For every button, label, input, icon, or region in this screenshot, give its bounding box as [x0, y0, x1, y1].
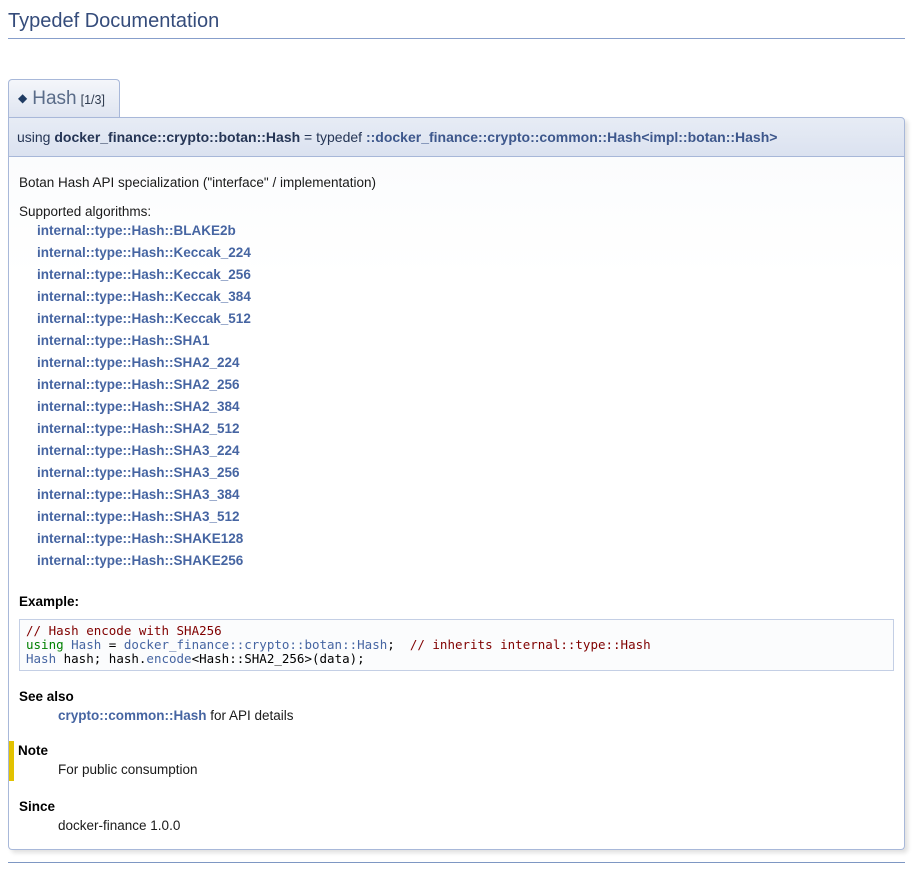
algorithms-label: Supported algorithms: — [19, 204, 894, 219]
see-also-label: See also — [19, 689, 894, 704]
member-doc: Botan Hash API specialization ("interfac… — [8, 157, 905, 850]
algorithm-link[interactable]: internal::type::Hash::SHA2_384 — [37, 396, 894, 418]
code-text: <Hash::SHA2_256>(data); — [192, 651, 365, 666]
algorithm-link[interactable]: internal::type::Hash::Keccak_224 — [37, 242, 894, 264]
algorithm-link[interactable]: internal::type::Hash::SHA3_256 — [37, 462, 894, 484]
algorithm-link[interactable]: internal::type::Hash::Keccak_384 — [37, 286, 894, 308]
see-also-text: for API details — [207, 708, 294, 723]
content-area: Typedef Documentation ◆ Hash [1/3] using d… — [0, 6, 913, 873]
see-also-entry: crypto::common::Hash for API details — [58, 708, 894, 723]
algorithm-link[interactable]: internal::type::Hash::BLAKE2b — [37, 220, 894, 242]
algorithm-link[interactable]: internal::type::Hash::Keccak_512 — [37, 308, 894, 330]
algorithm-link[interactable]: internal::type::Hash::SHA2_512 — [37, 418, 894, 440]
see-also-link[interactable]: crypto::common::Hash — [58, 708, 207, 723]
footer-divider — [8, 862, 905, 863]
algorithm-link[interactable]: internal::type::Hash::SHA2_256 — [37, 374, 894, 396]
algorithm-link[interactable]: internal::type::Hash::SHAKE256 — [37, 550, 894, 572]
code-line: // Hash encode with SHA256 — [26, 624, 887, 638]
code-line: Hash hash; hash.encode<Hash::SHA2_256>(d… — [26, 652, 887, 666]
algorithm-list: internal::type::Hash::BLAKE2b internal::… — [37, 220, 894, 572]
code-text: hash; hash. — [56, 651, 146, 666]
since-label: Since — [19, 799, 894, 814]
code-text: = — [101, 637, 124, 652]
code-text: ; — [387, 637, 410, 652]
note-label: Note — [18, 743, 894, 758]
algorithm-link[interactable]: internal::type::Hash::SHA3_224 — [37, 440, 894, 462]
see-also-section: See also crypto::common::Hash for API de… — [19, 689, 894, 723]
proto-equals-text: = typedef — [300, 129, 366, 145]
algorithm-link[interactable]: internal::type::Hash::SHA2_224 — [37, 352, 894, 374]
since-section: Since docker-finance 1.0.0 — [19, 799, 894, 833]
algorithm-link[interactable]: internal::type::Hash::SHA3_512 — [37, 506, 894, 528]
code-block: // Hash encode with SHA256 using Hash = … — [19, 619, 894, 671]
typedef-target-link[interactable]: ::docker_finance::crypto::common::Hash<i… — [366, 129, 777, 145]
overload-badge: [1/3] — [81, 93, 105, 107]
algorithm-link[interactable]: internal::type::Hash::SHAKE128 — [37, 528, 894, 550]
doc-summary: Botan Hash API specialization ("interfac… — [19, 175, 894, 190]
note-text: For public consumption — [58, 762, 894, 777]
algorithm-link[interactable]: internal::type::Hash::SHA1 — [37, 330, 894, 352]
page-title: Typedef Documentation — [8, 6, 905, 39]
code-keyword: using — [26, 637, 71, 652]
typedef-declaration: using docker_finance::crypto::botan::Has… — [8, 117, 905, 157]
algorithm-link[interactable]: internal::type::Hash::Keccak_256 — [37, 264, 894, 286]
example-label: Example: — [19, 594, 894, 609]
code-link[interactable]: encode — [146, 651, 191, 666]
member-item: using docker_finance::crypto::botan::Has… — [8, 117, 905, 850]
code-comment: // Hash encode with SHA256 — [26, 623, 222, 638]
diamond-bullet-icon: ◆ — [18, 91, 27, 105]
note-section: Note For public consumption — [9, 741, 894, 781]
member-title: Hash — [32, 88, 76, 109]
code-link[interactable]: Hash — [71, 637, 101, 652]
code-comment: // inherits internal::type::Hash — [410, 637, 651, 652]
since-text: docker-finance 1.0.0 — [58, 818, 894, 833]
algorithm-link[interactable]: internal::type::Hash::SHA3_384 — [37, 484, 894, 506]
code-link[interactable]: Hash — [26, 651, 56, 666]
member-tab: ◆ Hash [1/3] — [8, 79, 120, 117]
typedef-name: docker_finance::crypto::botan::Hash — [54, 129, 300, 145]
code-line: using Hash = docker_finance::crypto::bot… — [26, 638, 887, 652]
proto-using-text: using — [17, 129, 54, 145]
code-link[interactable]: docker_finance::crypto::botan::Hash — [124, 637, 387, 652]
